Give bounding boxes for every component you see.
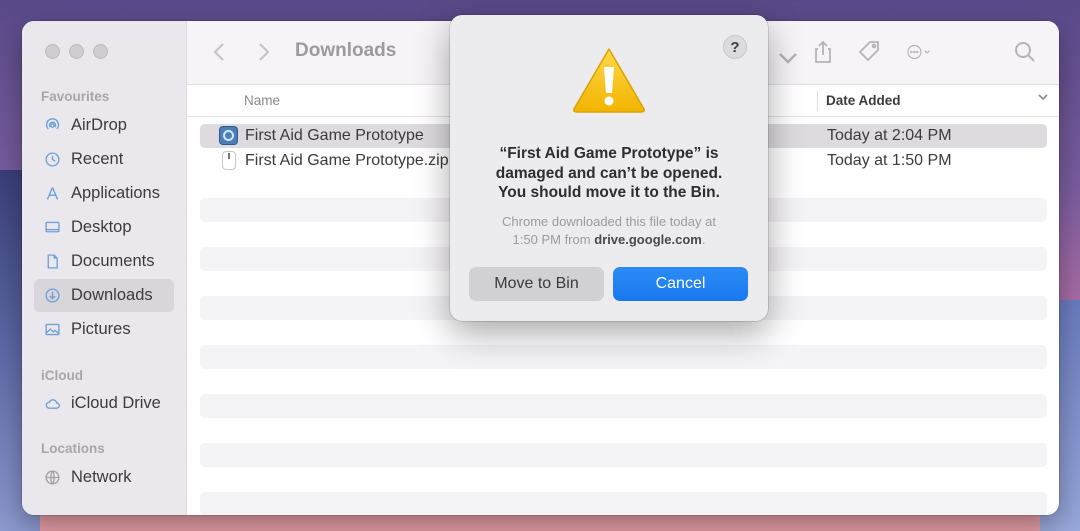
clock-icon bbox=[44, 151, 61, 168]
network-icon bbox=[44, 469, 61, 486]
column-divider bbox=[817, 91, 818, 111]
sidebar-item-documents[interactable]: Documents bbox=[34, 245, 174, 278]
help-button[interactable]: ? bbox=[723, 35, 747, 59]
empty-row bbox=[200, 443, 1047, 467]
empty-row bbox=[200, 345, 1047, 369]
sidebar-item-label: Desktop bbox=[71, 218, 132, 236]
alert-message: Chrome downloaded this file today at 1:5… bbox=[470, 213, 748, 248]
zoom-button[interactable] bbox=[93, 44, 108, 59]
close-button[interactable] bbox=[45, 44, 60, 59]
empty-row bbox=[200, 394, 1047, 418]
sidebar-item-label: Pictures bbox=[71, 320, 131, 338]
sidebar-item-recent[interactable]: Recent bbox=[34, 143, 174, 176]
file-name: First Aid Game Prototype bbox=[245, 127, 424, 144]
tag-icon[interactable] bbox=[857, 39, 883, 70]
sidebar-section-favourites: Favourites bbox=[41, 89, 110, 104]
alert-title-line: “First Aid Game Prototype” is bbox=[499, 145, 719, 162]
sidebar-item-label: Documents bbox=[71, 252, 155, 270]
alert-title-line: You should move it to the Bin. bbox=[498, 184, 720, 201]
window-controls bbox=[45, 44, 108, 59]
cancel-button[interactable]: Cancel bbox=[613, 267, 748, 301]
source-domain: drive.google.com bbox=[594, 231, 702, 247]
cloud-icon bbox=[44, 395, 61, 412]
applications-icon bbox=[44, 185, 61, 202]
alert-title: “First Aid Game Prototype” is damaged an… bbox=[470, 144, 748, 203]
move-to-bin-button[interactable]: Move to Bin bbox=[469, 267, 604, 301]
warning-icon bbox=[573, 48, 645, 113]
sidebar-item-label: Network bbox=[71, 468, 132, 486]
share-icon[interactable] bbox=[810, 39, 836, 70]
document-icon bbox=[44, 253, 61, 270]
file-date: Today at 2:04 PM bbox=[827, 127, 952, 144]
sidebar-item-airdrop[interactable]: AirDrop bbox=[34, 109, 174, 142]
sidebar-item-applications[interactable]: Applications bbox=[34, 177, 174, 210]
sidebar-item-label: AirDrop bbox=[71, 116, 127, 134]
more-actions-icon[interactable] bbox=[906, 39, 932, 70]
sort-chevron-icon[interactable] bbox=[1037, 91, 1049, 106]
column-date-added[interactable]: Date Added bbox=[826, 93, 901, 108]
app-icon bbox=[219, 126, 238, 145]
alert-message-line: Chrome downloaded this file today at bbox=[502, 214, 716, 229]
airdrop-icon bbox=[44, 117, 61, 134]
sidebar-item-downloads[interactable]: Downloads bbox=[34, 279, 174, 312]
sidebar-section-locations: Locations bbox=[41, 441, 105, 456]
alert-message-prefix: 1:50 PM from bbox=[512, 231, 595, 247]
sidebar-item-desktop[interactable]: Desktop bbox=[34, 211, 174, 244]
sidebar-item-label: Applications bbox=[71, 184, 160, 202]
sidebar-section-icloud: iCloud bbox=[41, 368, 83, 383]
sidebar-item-label: Downloads bbox=[71, 286, 153, 304]
alert-message-line: 1:50 PM from drive.google.com. bbox=[470, 231, 748, 249]
column-name[interactable]: Name bbox=[244, 93, 280, 108]
file-name: First Aid Game Prototype.zip bbox=[245, 152, 449, 169]
alert-message-suffix: . bbox=[701, 231, 706, 247]
search-icon[interactable] bbox=[1012, 39, 1038, 70]
desktop-icon bbox=[44, 219, 61, 236]
pictures-icon bbox=[44, 321, 61, 338]
downloads-icon bbox=[44, 287, 61, 304]
sidebar-item-label: Recent bbox=[71, 150, 124, 168]
chevron-right-icon[interactable] bbox=[257, 41, 271, 69]
sidebar: Favourites AirDrop Recent Applications D… bbox=[22, 21, 187, 515]
sidebar-item-icloud-drive[interactable]: iCloud Drive bbox=[34, 387, 174, 420]
window-title: Downloads bbox=[295, 40, 397, 61]
empty-row bbox=[200, 492, 1047, 515]
minimize-button[interactable] bbox=[69, 44, 84, 59]
damaged-app-alert: ? “First Aid Game Prototype” is damaged … bbox=[450, 15, 768, 321]
chevron-down-icon[interactable] bbox=[775, 45, 801, 76]
sidebar-item-pictures[interactable]: Pictures bbox=[34, 313, 174, 346]
sidebar-item-network[interactable]: Network bbox=[34, 461, 174, 494]
file-date: Today at 1:50 PM bbox=[827, 152, 952, 169]
sidebar-item-label: iCloud Drive bbox=[71, 394, 161, 412]
zip-icon bbox=[222, 151, 236, 170]
chevron-left-icon[interactable] bbox=[212, 41, 226, 69]
alert-title-line: damaged and can’t be opened. bbox=[495, 164, 723, 182]
